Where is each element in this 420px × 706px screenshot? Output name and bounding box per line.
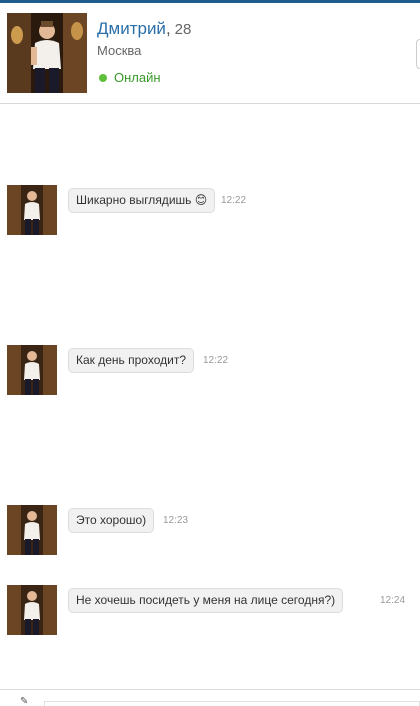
attach-icon[interactable]: ✎ (20, 696, 28, 706)
sender-avatar[interactable] (7, 185, 57, 235)
message-time: 12:24 (380, 595, 406, 606)
message-input[interactable] (44, 701, 420, 706)
online-dot-icon (99, 73, 107, 82)
message-list: Шикарно выглядишь 😊 12:22 Как день прохо… (0, 104, 420, 689)
profile-city: Москва (97, 43, 142, 58)
sender-avatar[interactable] (7, 585, 57, 635)
online-status: Онлайн (99, 70, 161, 85)
message-time: 12:22 (221, 195, 247, 206)
message-bubble[interactable]: Не хочешь посидеть у меня на лице сегодн… (68, 588, 344, 613)
message-time: 12:22 (203, 355, 229, 366)
profile-name-row: Дмитрий, 28 (97, 19, 191, 39)
sender-avatar[interactable] (7, 345, 57, 395)
chat-header: Дмитрий, 28 Москва Онлайн (0, 3, 420, 104)
compose-bar: ✎ (0, 689, 420, 706)
sender-avatar[interactable] (7, 505, 57, 555)
profile-name[interactable]: Дмитрий (97, 19, 166, 38)
message-time: 12:23 (163, 515, 189, 526)
profile-photo[interactable] (7, 13, 87, 93)
profile-age: 28 (174, 21, 192, 38)
message-bubble[interactable]: Шикарно выглядишь 😊 (68, 188, 216, 213)
message-bubble[interactable]: Это хорошо) (68, 508, 155, 533)
online-status-label: Онлайн (114, 70, 161, 85)
header-action-button[interactable] (416, 39, 420, 69)
name-age-separator: , (165, 19, 171, 38)
message-bubble[interactable]: Как день проходит? (68, 348, 194, 373)
